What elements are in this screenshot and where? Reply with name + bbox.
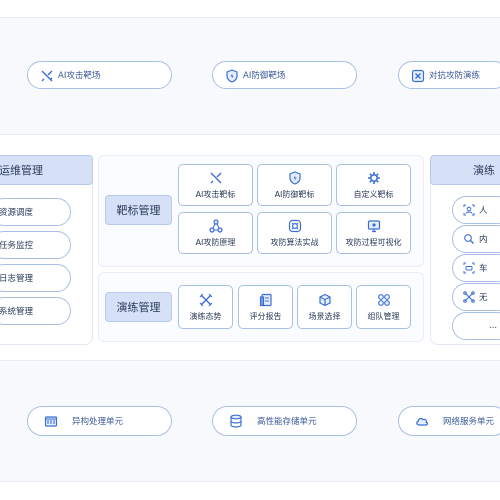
left-item-label: 日志管理 [0, 274, 34, 284]
cell-label: 攻防算法实战 [270, 237, 319, 247]
report-icon [259, 293, 272, 306]
cell-process-visualization[interactable]: 攻防过程可视化 [336, 212, 411, 254]
target-management-label: 靶标管理 [105, 195, 172, 225]
right-panel-title: 演练 [430, 155, 500, 185]
cell-score-report[interactable]: 评分报告 [238, 285, 293, 329]
section-label-text: 演练管理 [116, 301, 161, 314]
cell-label: AI攻防原理 [195, 237, 236, 247]
left-item-system-management[interactable]: 系统管理 [0, 297, 71, 325]
pill-heterogeneous-processing[interactable]: 异构处理单元 [27, 406, 172, 436]
pill-label: 异构处理单元 [72, 417, 124, 427]
left-item-task-monitoring[interactable]: 任务监控 [0, 231, 71, 259]
pill-ai-defense-range[interactable]: AI防御靶场 [212, 61, 357, 89]
chip-icon [44, 416, 58, 427]
monitor-icon [367, 219, 380, 232]
left-panel-title-text: 运维管理 [0, 164, 43, 177]
left-item-label: 任务监控 [0, 241, 34, 251]
pill-network-service[interactable]: 网络服务单元 [398, 406, 500, 436]
right-item-label: 无 [479, 293, 488, 303]
cell-label: 组队管理 [367, 311, 400, 321]
left-item-log-management[interactable]: 日志管理 [0, 264, 71, 292]
cell-drill-situation[interactable]: 演练态势 [178, 285, 233, 329]
cell-scene-selection[interactable]: 场景选择 [297, 285, 352, 329]
crossed-swords-icon [210, 172, 221, 183]
search-icon [464, 234, 474, 244]
left-item-label: 资源调度 [0, 208, 34, 218]
right-item-more[interactable]: ... [452, 312, 500, 340]
pill-label: 对抗攻防演练 [429, 71, 481, 81]
person-scan-icon [463, 204, 475, 216]
cell-ai-defense-target[interactable]: AI防御靶标 [257, 164, 332, 206]
pill-adversarial-drill[interactable]: 对抗攻防演练 [398, 61, 500, 89]
cell-label: 场景选择 [308, 311, 341, 321]
shield-icon [226, 69, 238, 83]
right-item-label: 车 [479, 264, 488, 274]
nodes-icon [377, 293, 390, 306]
target-icon [288, 219, 301, 232]
right-item-label: 内 [479, 235, 488, 245]
cell-label: 攻防过程可视化 [345, 237, 402, 247]
pill-label: AI防御靶场 [243, 71, 286, 81]
cell-algorithm-practice[interactable]: 攻防算法实战 [257, 212, 332, 254]
right-item-1[interactable]: 人 [452, 196, 500, 224]
pill-high-performance-storage[interactable]: 高性能存储单元 [212, 406, 357, 436]
gear-icon [367, 171, 380, 184]
pill-label: AI攻击靶场 [58, 71, 101, 81]
crossed-swords-icon [199, 293, 212, 306]
shield-icon [288, 170, 301, 185]
pill-ai-attack-range[interactable]: AI攻击靶场 [27, 61, 172, 89]
left-panel-title: 运维管理 [0, 155, 93, 185]
network-icon [208, 218, 223, 233]
cube-icon [318, 293, 331, 306]
drone-icon [463, 291, 475, 303]
database-icon [230, 414, 242, 428]
right-item-3[interactable]: 车 [452, 254, 500, 282]
pill-label: 高性能存储单元 [257, 417, 317, 427]
left-item-resource-scheduling[interactable]: 资源调度 [0, 198, 71, 226]
cell-ai-attack-target[interactable]: AI攻击靶标 [178, 164, 253, 206]
cell-ai-attack-defense-principle[interactable]: AI攻防原理 [178, 212, 253, 254]
x-square-icon [411, 69, 425, 83]
cell-label: AI防御靶标 [274, 189, 315, 199]
pill-label: 网络服务单元 [443, 417, 495, 427]
left-item-label: 系统管理 [0, 307, 34, 317]
right-item-4[interactable]: 无 [452, 283, 500, 311]
cell-label: 演练态势 [189, 311, 222, 321]
cell-label: 自定义靶标 [353, 189, 394, 199]
drill-management-label: 演练管理 [105, 292, 172, 322]
right-panel-title-text: 演练 [473, 164, 495, 177]
right-item-2[interactable]: 内 [452, 225, 500, 253]
cell-label: AI攻击靶标 [195, 189, 236, 199]
cloud-icon [416, 417, 428, 426]
cell-custom-target[interactable]: 自定义靶标 [336, 164, 411, 206]
section-label-text: 靶标管理 [116, 204, 161, 217]
right-item-label: 人 [479, 206, 488, 216]
right-item-label: ... [489, 321, 498, 331]
vehicle-scan-icon [463, 262, 475, 274]
cell-team-management[interactable]: 组队管理 [356, 285, 411, 329]
cell-label: 评分报告 [249, 311, 282, 321]
crossed-swords-icon [41, 70, 53, 82]
